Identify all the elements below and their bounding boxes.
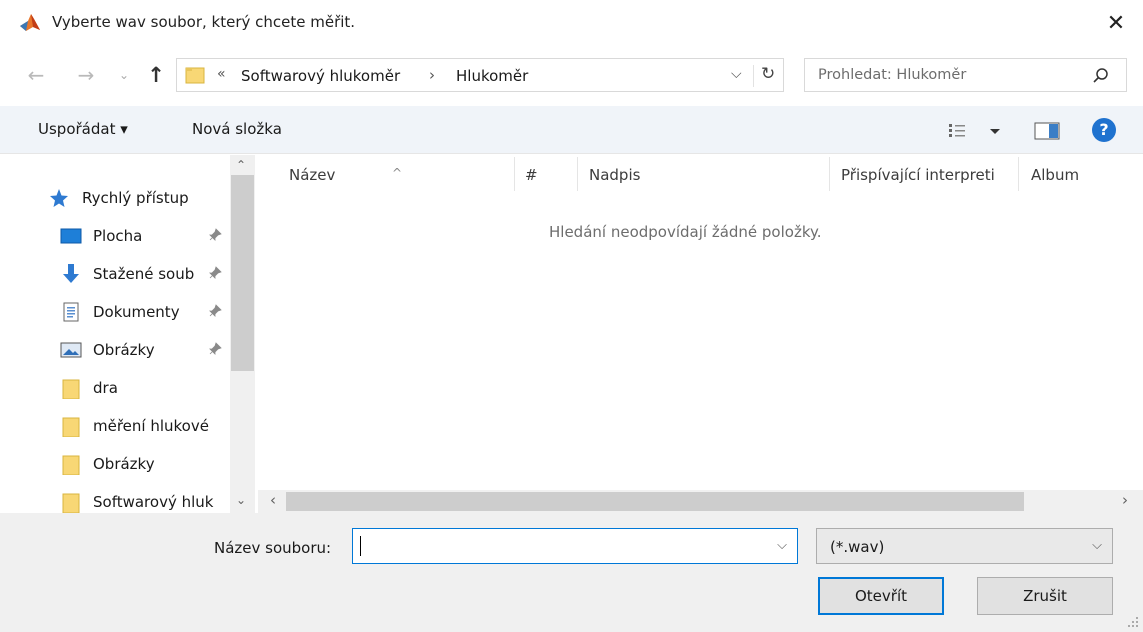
chevron-down-icon[interactable]: ⌵ <box>1092 538 1102 553</box>
folder-icon <box>62 417 80 437</box>
desktop-icon <box>60 228 82 244</box>
column-header-number[interactable]: # <box>515 155 577 193</box>
divider <box>753 65 754 87</box>
sidebar-item-downloads[interactable]: Stažené soub <box>48 260 238 290</box>
sidebar-item-label: Plocha <box>93 227 143 245</box>
dialog-footer: Název souboru: ⌵ (*.wav) ⌵ Otevřít Zruši… <box>0 513 1143 632</box>
file-type-filter[interactable]: (*.wav) ⌵ <box>816 528 1113 564</box>
close-button[interactable]: ✕ <box>1099 6 1133 40</box>
pin-icon[interactable] <box>208 266 222 280</box>
chevron-down-icon: ⌄ <box>118 68 130 82</box>
title-bar: Vyberte wav soubor, který chcete měřit. … <box>0 0 1143 46</box>
arrow-up-icon: ↑ <box>147 63 165 87</box>
folder-icon <box>62 455 80 475</box>
window-title: Vyberte wav soubor, který chcete měřit. <box>52 13 356 31</box>
pin-icon[interactable] <box>208 228 222 242</box>
new-folder-button[interactable]: Nová složka <box>192 120 282 138</box>
scrollbar-thumb[interactable] <box>286 492 1024 511</box>
resize-grip-icon[interactable] <box>1127 616 1139 628</box>
documents-icon <box>63 302 79 322</box>
sidebar-item-quick-access[interactable]: Rychlý přístup <box>48 184 238 214</box>
folder-icon <box>62 493 80 513</box>
view-options-icon[interactable] <box>946 120 1004 142</box>
sidebar-item-label: Obrázky <box>93 341 155 359</box>
sidebar-item-label: Obrázky <box>93 455 155 473</box>
chevron-right-icon[interactable]: › <box>1122 491 1128 509</box>
sidebar-item-label: měření hlukové <box>93 417 209 435</box>
column-label: # <box>525 166 538 184</box>
sidebar-item-folder[interactable]: měření hlukové <box>48 412 238 442</box>
search-input[interactable]: Prohledat: Hlukoměr <box>818 67 966 83</box>
column-header-album[interactable]: Album <box>1019 155 1119 193</box>
sidebar-item-desktop[interactable]: Plocha <box>48 222 238 252</box>
help-button[interactable]: ? <box>1092 118 1116 142</box>
refresh-icon[interactable]: ↻ <box>761 64 775 84</box>
search-icon[interactable] <box>1092 67 1110 85</box>
column-label: Přispívající interpreti <box>841 166 995 184</box>
sort-ascending-icon: ^ <box>392 166 403 180</box>
cancel-button[interactable]: Zrušit <box>977 577 1113 615</box>
command-bar: Uspořádat ▾ Nová složka ? <box>0 106 1143 154</box>
chevron-up-icon[interactable]: ⌃ <box>236 158 246 172</box>
chevron-down-icon[interactable]: ⌄ <box>236 493 246 507</box>
recent-locations-button[interactable]: ⌄ <box>112 62 136 88</box>
breadcrumb-item[interactable]: Softwarový hlukoměr <box>241 67 400 85</box>
text-caret <box>360 536 361 556</box>
sidebar-item-label: Dokumenty <box>93 303 180 321</box>
file-list-scrollbar[interactable]: ‹ › <box>258 490 1143 513</box>
open-button[interactable]: Otevřít <box>818 577 944 615</box>
address-bar[interactable]: « Softwarový hlukoměr › Hlukoměr ⌵ ↻ <box>176 58 784 92</box>
navigation-bar: ← → ⌄ ↑ « Softwarový hlukoměr › Hlukoměr… <box>0 54 1143 98</box>
scrollbar-thumb[interactable] <box>231 175 254 371</box>
nav-pane-scrollbar[interactable]: ⌃ ⌄ <box>230 155 255 513</box>
arrow-right-icon: → <box>77 63 95 87</box>
pictures-icon <box>60 342 82 358</box>
breadcrumb-separator[interactable]: › <box>429 66 435 84</box>
column-header-title[interactable]: Nadpis <box>578 155 829 193</box>
column-label: Album <box>1031 166 1080 184</box>
sidebar-item-label: Stažené soub <box>93 265 195 283</box>
chevron-down-icon[interactable]: ⌵ <box>777 538 787 553</box>
file-type-value: (*.wav) <box>830 538 885 556</box>
star-icon <box>50 189 68 207</box>
sidebar-item-folder[interactable]: dra <box>48 374 238 404</box>
arrow-left-icon: ← <box>27 63 45 87</box>
search-box[interactable]: Prohledat: Hlukoměr <box>804 58 1127 92</box>
sidebar-item-label: Rychlý přístup <box>82 189 189 207</box>
column-header-contributing-artists[interactable]: Přispívající interpreti <box>830 155 1018 193</box>
column-label: Nadpis <box>589 166 641 184</box>
file-list: Název ^ # Nadpis Přispívající interpreti… <box>258 155 1143 513</box>
address-dropdown-icon[interactable]: ⌵ <box>731 66 742 82</box>
close-icon: ✕ <box>1106 10 1126 36</box>
folder-icon <box>185 67 205 84</box>
organize-button[interactable]: Uspořádat ▾ <box>38 120 128 138</box>
sidebar-item-folder[interactable]: Softwarový hluk <box>48 488 238 513</box>
forward-button[interactable]: → <box>74 62 98 88</box>
sidebar-item-label: dra <box>93 379 118 397</box>
empty-results-message: Hledání neodpovídají žádné položky. <box>549 223 822 241</box>
sidebar-item-label: Softwarový hluk <box>93 493 214 511</box>
breadcrumb-item[interactable]: Hlukoměr <box>456 67 528 85</box>
chevron-left-icon[interactable]: ‹ <box>270 491 276 509</box>
sidebar-item-documents[interactable]: Dokumenty <box>48 298 238 328</box>
sidebar-item-folder[interactable]: Obrázky <box>48 450 238 480</box>
pin-icon[interactable] <box>208 342 222 356</box>
navigation-pane: Rychlý přístup Plocha Stažené soub Dokum… <box>0 155 256 513</box>
breadcrumb-overflow[interactable]: « <box>217 66 226 82</box>
column-label: Název <box>289 166 336 184</box>
sidebar-item-pictures[interactable]: Obrázky <box>48 336 238 366</box>
pin-icon[interactable] <box>208 304 222 318</box>
matlab-icon <box>20 14 40 31</box>
folder-icon <box>62 379 80 399</box>
back-button[interactable]: ← <box>24 62 48 88</box>
preview-pane-icon[interactable] <box>1034 122 1060 140</box>
download-icon <box>63 264 79 283</box>
up-button[interactable]: ↑ <box>144 62 168 88</box>
column-header-name[interactable]: Název ^ <box>258 155 514 193</box>
filename-label: Název souboru: <box>214 539 332 557</box>
filename-field[interactable]: ⌵ <box>352 528 798 564</box>
